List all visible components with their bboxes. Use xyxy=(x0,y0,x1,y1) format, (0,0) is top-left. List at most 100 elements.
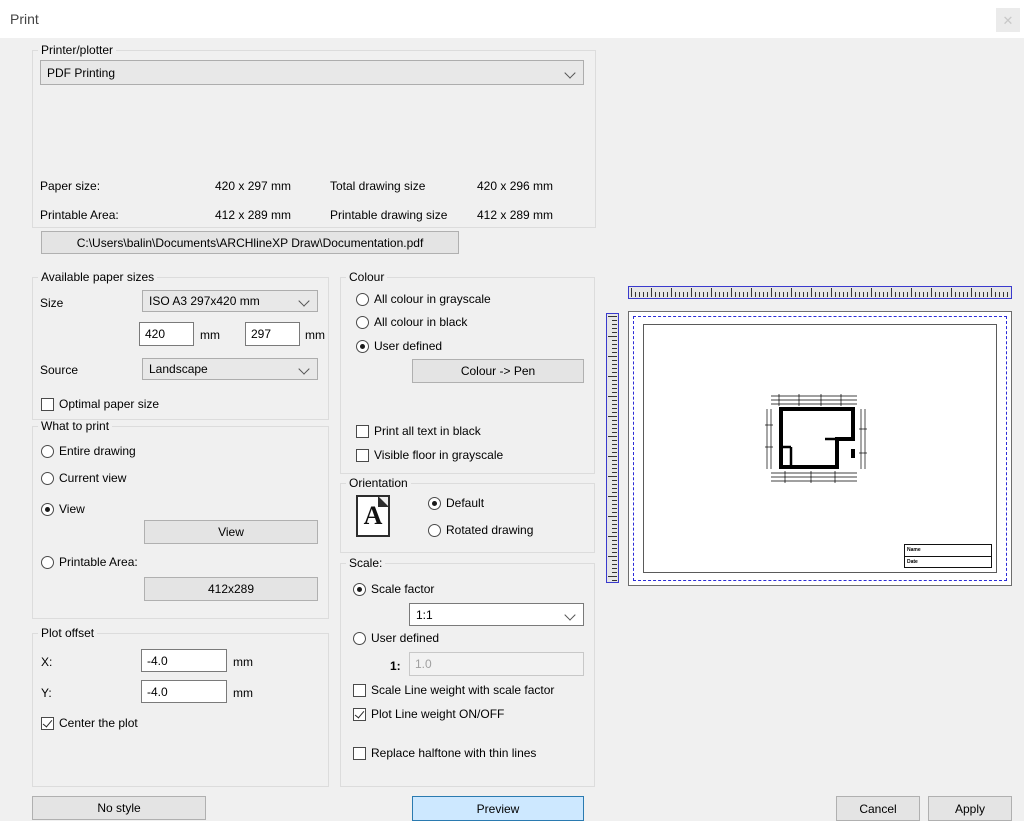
paper-size-select[interactable]: ISO A3 297x420 mm xyxy=(142,290,318,312)
checkbox-box xyxy=(41,398,54,411)
output-path-button[interactable]: C:\Users\balin\Documents\ARCHlineXP Draw… xyxy=(41,231,459,254)
plot-line-weight-label: Plot Line weight ON/OFF xyxy=(371,707,504,721)
page-preview-sheet[interactable]: Name Date xyxy=(628,311,1012,586)
radio-dot xyxy=(356,316,369,329)
radio-dot xyxy=(41,472,54,485)
source-label: Source xyxy=(40,363,78,377)
page-icon-letter: A xyxy=(364,501,383,531)
center-the-plot-checkbox[interactable]: Center the plot xyxy=(41,716,138,730)
optimal-paper-size-label: Optimal paper size xyxy=(59,397,159,411)
radio-dot xyxy=(428,524,441,537)
printable-drawing-size-value: 412 x 289 mm xyxy=(477,208,553,222)
radio-dot xyxy=(428,497,441,510)
replace-halftone-label: Replace halftone with thin lines xyxy=(371,746,536,760)
replace-halftone-checkbox[interactable]: Replace halftone with thin lines xyxy=(353,746,536,760)
checkbox-box xyxy=(356,449,369,462)
scale-factor-value: 1:1 xyxy=(416,608,565,622)
radio-dot xyxy=(353,632,366,645)
radio-printable-area-label: Printable Area: xyxy=(59,555,138,569)
radio-all-colour-grayscale-label: All colour in grayscale xyxy=(374,292,491,306)
print-all-text-black-checkbox[interactable]: Print all text in black xyxy=(356,424,481,438)
radio-user-defined-scale-label: User defined xyxy=(371,631,439,645)
radio-dot xyxy=(41,503,54,516)
radio-scale-factor[interactable]: Scale factor xyxy=(353,582,434,596)
source-select[interactable]: Landscape xyxy=(142,358,318,380)
plot-line-weight-checkbox[interactable]: Plot Line weight ON/OFF xyxy=(353,707,504,721)
drawing-frame: Name Date xyxy=(643,324,997,573)
optimal-paper-size-checkbox[interactable]: Optimal paper size xyxy=(41,397,159,411)
floor-plan-svg xyxy=(765,389,875,489)
visible-floor-grayscale-checkbox[interactable]: Visible floor in grayscale xyxy=(356,448,503,462)
radio-all-colour-black-label: All colour in black xyxy=(374,315,467,329)
no-style-button[interactable]: No style xyxy=(32,796,206,820)
printer-plotter-legend: Printer/plotter xyxy=(38,43,116,57)
radio-orientation-default[interactable]: Default xyxy=(428,496,484,510)
radio-current-view[interactable]: Current view xyxy=(41,471,126,485)
radio-entire-drawing-label: Entire drawing xyxy=(59,444,136,458)
radio-view[interactable]: View xyxy=(41,502,85,516)
window-titlebar: Print ✕ xyxy=(0,0,1024,38)
ruler-vertical xyxy=(606,313,619,583)
radio-view-label: View xyxy=(59,502,85,516)
close-icon[interactable]: ✕ xyxy=(996,8,1020,32)
center-the-plot-label: Center the plot xyxy=(59,716,138,730)
printable-drawing-size-label: Printable drawing size xyxy=(330,208,447,222)
paper-sizes-legend: Available paper sizes xyxy=(38,270,157,284)
checkbox-box xyxy=(41,717,54,730)
scale-legend: Scale: xyxy=(346,556,385,570)
paper-width-unit: mm xyxy=(200,328,220,342)
view-button[interactable]: View xyxy=(144,520,318,544)
radio-dot xyxy=(353,583,366,596)
floor-plan-drawing xyxy=(765,389,875,489)
radio-scale-factor-label: Scale factor xyxy=(371,582,434,596)
print-preview-area: Name Date xyxy=(606,286,1014,588)
radio-orientation-default-label: Default xyxy=(446,496,484,510)
radio-printable-area[interactable]: Printable Area: xyxy=(41,555,138,569)
radio-dot xyxy=(356,340,369,353)
radio-entire-drawing[interactable]: Entire drawing xyxy=(41,444,136,458)
radio-user-defined-scale[interactable]: User defined xyxy=(353,631,439,645)
radio-user-defined-colour[interactable]: User defined xyxy=(356,339,442,353)
chevron-down-icon xyxy=(565,67,577,79)
radio-dot xyxy=(356,293,369,306)
dialog-body: Printer/plotter PDF Printing Paper size:… xyxy=(0,38,1024,798)
radio-all-colour-black[interactable]: All colour in black xyxy=(356,315,467,329)
title-block-date: Date xyxy=(905,557,991,568)
cancel-button[interactable]: Cancel xyxy=(836,796,920,821)
chevron-down-icon xyxy=(299,295,311,307)
offset-y-input[interactable]: -4.0 xyxy=(141,680,227,703)
chevron-down-icon xyxy=(299,363,311,375)
radio-orientation-rotated[interactable]: Rotated drawing xyxy=(428,523,533,537)
scale-line-weight-checkbox[interactable]: Scale Line weight with scale factor xyxy=(353,683,554,697)
printer-select[interactable]: PDF Printing xyxy=(40,60,584,85)
preview-button[interactable]: Preview xyxy=(412,796,584,821)
radio-all-colour-grayscale[interactable]: All colour in grayscale xyxy=(356,292,491,306)
offset-x-label: X: xyxy=(41,655,52,669)
checkbox-box xyxy=(356,425,369,438)
colour-to-pen-button[interactable]: Colour -> Pen xyxy=(412,359,584,383)
what-to-print-legend: What to print xyxy=(38,419,112,433)
apply-button[interactable]: Apply xyxy=(928,796,1012,821)
printable-area-button[interactable]: 412x289 xyxy=(144,577,318,601)
print-all-text-black-label: Print all text in black xyxy=(374,424,481,438)
scale-ratio-label: 1: xyxy=(390,659,401,673)
paper-size-value: 420 x 297 mm xyxy=(215,179,291,193)
offset-x-input[interactable]: -4.0 xyxy=(141,649,227,672)
page-orientation-icon: A xyxy=(356,495,390,537)
scale-factor-select[interactable]: 1:1 xyxy=(409,603,584,626)
title-block: Name Date xyxy=(904,544,992,568)
plot-offset-legend: Plot offset xyxy=(38,626,97,640)
title-block-name: Name xyxy=(905,545,991,557)
paper-size-select-value: ISO A3 297x420 mm xyxy=(149,294,299,308)
chevron-down-icon xyxy=(565,609,577,621)
visible-floor-grayscale-label: Visible floor in grayscale xyxy=(374,448,503,462)
scale-ratio-input[interactable]: 1.0 xyxy=(409,652,584,676)
paper-width-input[interactable]: 420 xyxy=(139,322,194,346)
offset-y-label: Y: xyxy=(41,686,52,700)
radio-user-defined-colour-label: User defined xyxy=(374,339,442,353)
offset-x-unit: mm xyxy=(233,655,253,669)
paper-height-input[interactable]: 297 xyxy=(245,322,300,346)
radio-current-view-label: Current view xyxy=(59,471,126,485)
radio-dot xyxy=(41,556,54,569)
ruler-horizontal xyxy=(628,286,1012,299)
